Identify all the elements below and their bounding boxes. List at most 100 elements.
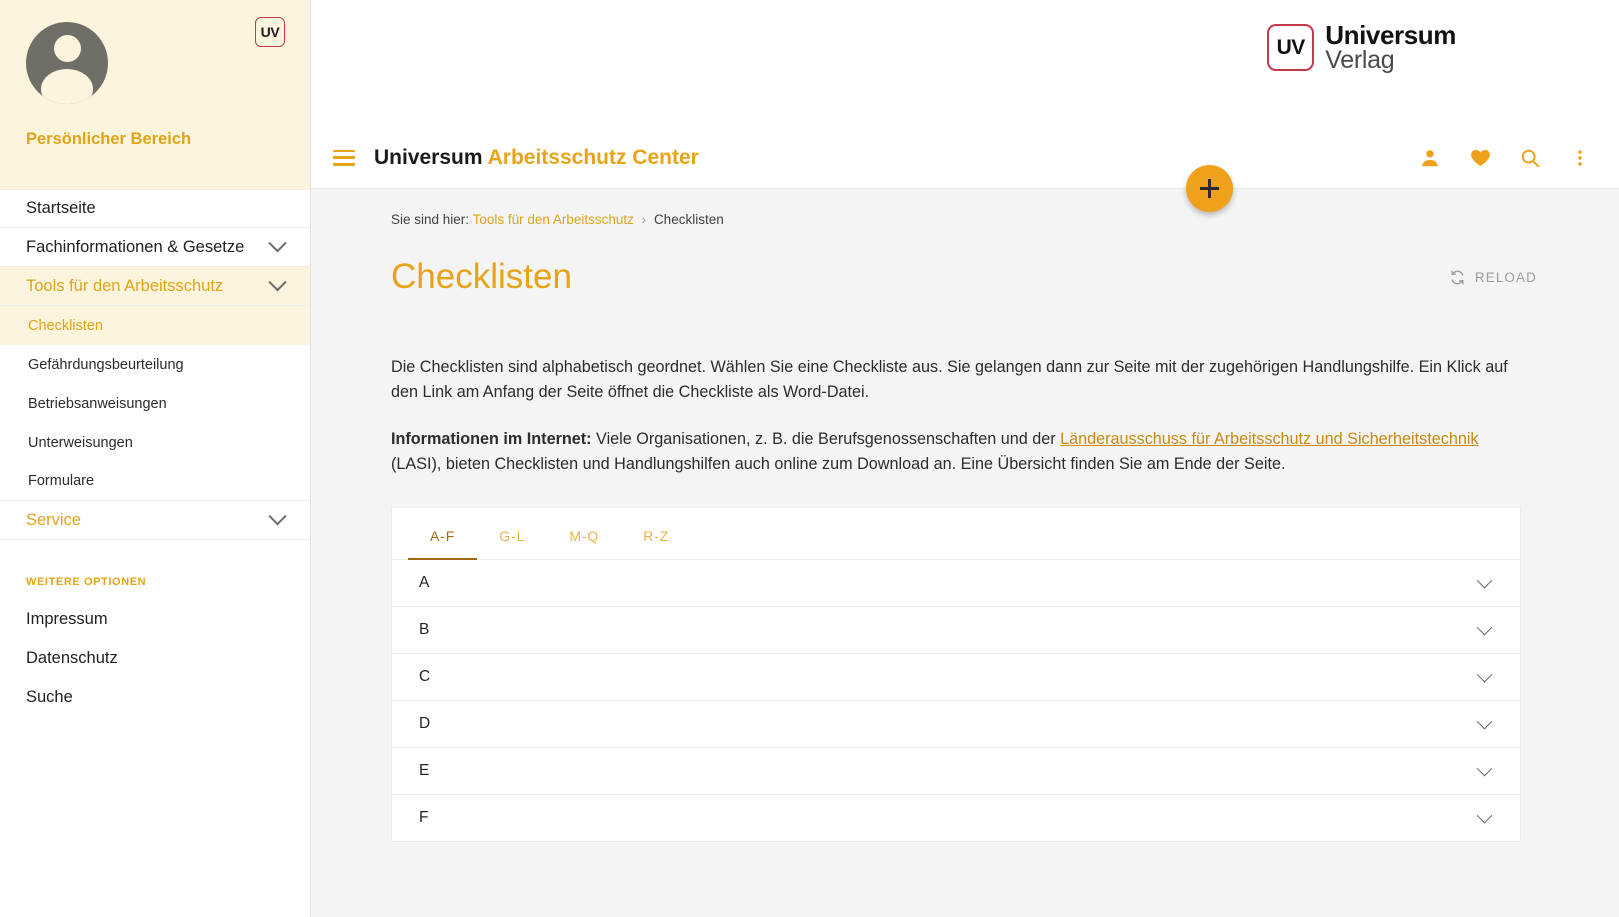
page-content: Sie sind hier: Tools für den Arbeitsschu…: [311, 189, 1619, 917]
content-inner: Sie sind hier: Tools für den Arbeitsschu…: [311, 212, 1619, 843]
sidebar-item-unterweisungen[interactable]: Unterweisungen: [0, 423, 310, 462]
profile-label: Persönlicher Bereich: [26, 130, 192, 148]
sidebar: UV Persönlicher Bereich Startseite Fachi…: [0, 0, 311, 917]
breadcrumb-separator: ›: [641, 212, 647, 227]
sidebar-item-label: Datenschutz: [26, 649, 118, 667]
chevron-down-icon: [1476, 807, 1493, 824]
sidebar-item-label: Impressum: [26, 610, 108, 628]
reload-button[interactable]: RELOAD: [1449, 269, 1539, 286]
sidebar-nav: Startseite Fachinformationen & Gesetze T…: [0, 189, 310, 306]
more-vertical-icon[interactable]: [1568, 146, 1592, 170]
lasi-link[interactable]: Länderausschuss für Arbeitsschutz und Si…: [1060, 430, 1478, 448]
hamburger-menu-icon[interactable]: [333, 149, 355, 166]
person-icon[interactable]: [1418, 146, 1442, 170]
page-title-row: Checklisten RELOAD: [391, 257, 1539, 297]
chevron-down-icon: [268, 506, 287, 525]
topbar-icon-group: [1418, 146, 1592, 170]
app-title-accent: Arbeitsschutz Center: [487, 145, 699, 169]
sidebar-item-datenschutz[interactable]: Datenschutz: [0, 639, 310, 678]
sidebar-subitem-label: Gefährdungsbeurteilung: [28, 356, 184, 373]
brand-bar: UV Universum Verlag: [311, 0, 1619, 127]
user-avatar-icon: [26, 22, 108, 104]
hamburger-bar: [333, 149, 355, 153]
sidebar-item-betriebsanweisungen[interactable]: Betriebsanweisungen: [0, 384, 310, 423]
brand-line-1: Universum: [1325, 20, 1456, 50]
sidebar-options-heading: WEITERE OPTIONEN: [26, 576, 147, 588]
add-button-fab[interactable]: [1186, 165, 1233, 212]
accordion-row-a[interactable]: A: [392, 560, 1520, 608]
sidebar-item-checklisten[interactable]: Checklisten: [0, 306, 310, 345]
sidebar-item-label: Suche: [26, 688, 73, 706]
hamburger-bar: [333, 162, 355, 166]
breadcrumb-link[interactable]: Tools für den Arbeitsschutz: [473, 212, 634, 227]
accordion-row-d[interactable]: D: [392, 701, 1520, 749]
sidebar-item-tools[interactable]: Tools für den Arbeitsschutz: [0, 267, 310, 306]
sidebar-subitem-label: Checklisten: [28, 317, 103, 334]
chevron-down-icon: [268, 233, 287, 252]
sidebar-item-label: Startseite: [26, 199, 96, 217]
sidebar-item-impressum[interactable]: Impressum: [0, 600, 310, 639]
accordion-label: F: [419, 809, 429, 827]
tab-a-f[interactable]: A-F: [408, 508, 478, 561]
sidebar-subitem-label: Betriebsanweisungen: [28, 395, 167, 412]
internet-info-text-before: Viele Organisationen, z. B. die Berufsge…: [591, 430, 1061, 449]
app-title-primary: Universum: [374, 145, 483, 169]
checklist-card: A-F G-L M-Q R-Z A B C D E F: [391, 507, 1521, 843]
alphabet-tabs: A-F G-L M-Q R-Z: [392, 508, 1520, 561]
breadcrumb-current: Checklisten: [653, 212, 724, 227]
chevron-down-icon: [1476, 760, 1493, 777]
brand-line-2: Verlag: [1325, 46, 1395, 74]
sidebar-subitem-label: Formulare: [28, 473, 95, 489]
tab-m-q[interactable]: M-Q: [547, 508, 621, 559]
accordion-row-c[interactable]: C: [392, 654, 1520, 702]
app-title: Universum Arbeitsschutz Center: [374, 146, 699, 170]
reload-label: RELOAD: [1474, 269, 1537, 285]
sidebar-item-label: Service: [26, 510, 82, 529]
accordion-row-f[interactable]: F: [392, 795, 1520, 843]
uv-badge-icon: UV: [255, 17, 285, 47]
universum-verlag-logo: UV Universum Verlag: [1267, 22, 1456, 73]
chevron-down-icon: [1476, 572, 1493, 589]
main-area: UV Universum Verlag Universum Arbeitssch…: [311, 0, 1619, 917]
accordion-row-b[interactable]: B: [392, 607, 1520, 655]
sidebar-item-service[interactable]: Service: [0, 501, 310, 540]
sidebar-item-label: Tools für den Arbeitsschutz: [26, 276, 224, 295]
accordion-label: E: [419, 762, 430, 780]
chevron-down-icon: [268, 272, 287, 291]
accordion-row-e[interactable]: E: [392, 748, 1520, 796]
sidebar-subnav: Checklisten Gefährdungsbeurteilung Betri…: [0, 306, 310, 501]
internet-info-text-after: (LASI), bieten Checklisten und Handlungs…: [391, 455, 1286, 474]
sidebar-item-label: Fachinformationen & Gesetze: [26, 237, 245, 256]
accordion-label: C: [419, 668, 431, 686]
hamburger-bar: [333, 156, 355, 159]
sidebar-item-startseite[interactable]: Startseite: [0, 189, 310, 228]
chevron-down-icon: [1476, 666, 1493, 683]
tab-g-l[interactable]: G-L: [477, 508, 547, 559]
sidebar-profile-panel: UV Persönlicher Bereich: [0, 0, 310, 189]
breadcrumb-prefix: Sie sind hier:: [391, 212, 470, 227]
accordion-label: D: [419, 715, 431, 733]
app-topbar: Universum Arbeitsschutz Center: [311, 127, 1619, 189]
sidebar-item-fachinformationen[interactable]: Fachinformationen & Gesetze: [0, 228, 310, 267]
internet-info-paragraph: Informationen im Internet: Viele Organis…: [391, 427, 1531, 477]
chevron-down-icon: [1476, 713, 1493, 730]
search-icon[interactable]: [1518, 146, 1542, 170]
internet-info-lead: Informationen im Internet:: [391, 430, 592, 449]
tab-r-z[interactable]: R-Z: [621, 508, 691, 559]
accordion-list: A B C D E F: [392, 560, 1520, 843]
intro-paragraph: Die Checklisten sind alphabetisch geordn…: [391, 358, 1508, 402]
sidebar-item-gefaehrdungsbeurteilung[interactable]: Gefährdungsbeurteilung: [0, 345, 310, 384]
accordion-label: A: [419, 574, 430, 592]
refresh-icon: [1449, 269, 1466, 286]
sidebar-subitem-label: Unterweisungen: [28, 434, 133, 451]
heart-icon[interactable]: [1468, 146, 1492, 170]
sidebar-item-suche[interactable]: Suche: [0, 678, 310, 717]
app-root: UV Persönlicher Bereich Startseite Fachi…: [0, 0, 1619, 917]
universum-verlag-wordmark: Universum Verlag: [1325, 22, 1456, 73]
accordion-label: B: [419, 621, 430, 639]
chevron-down-icon: [1476, 619, 1493, 636]
sidebar-item-formulare[interactable]: Formulare: [0, 462, 310, 501]
page-title: Checklisten: [391, 257, 572, 296]
breadcrumb: Sie sind hier: Tools für den Arbeitsschu…: [391, 212, 1539, 227]
uv-logo-mark: UV: [1267, 24, 1315, 71]
